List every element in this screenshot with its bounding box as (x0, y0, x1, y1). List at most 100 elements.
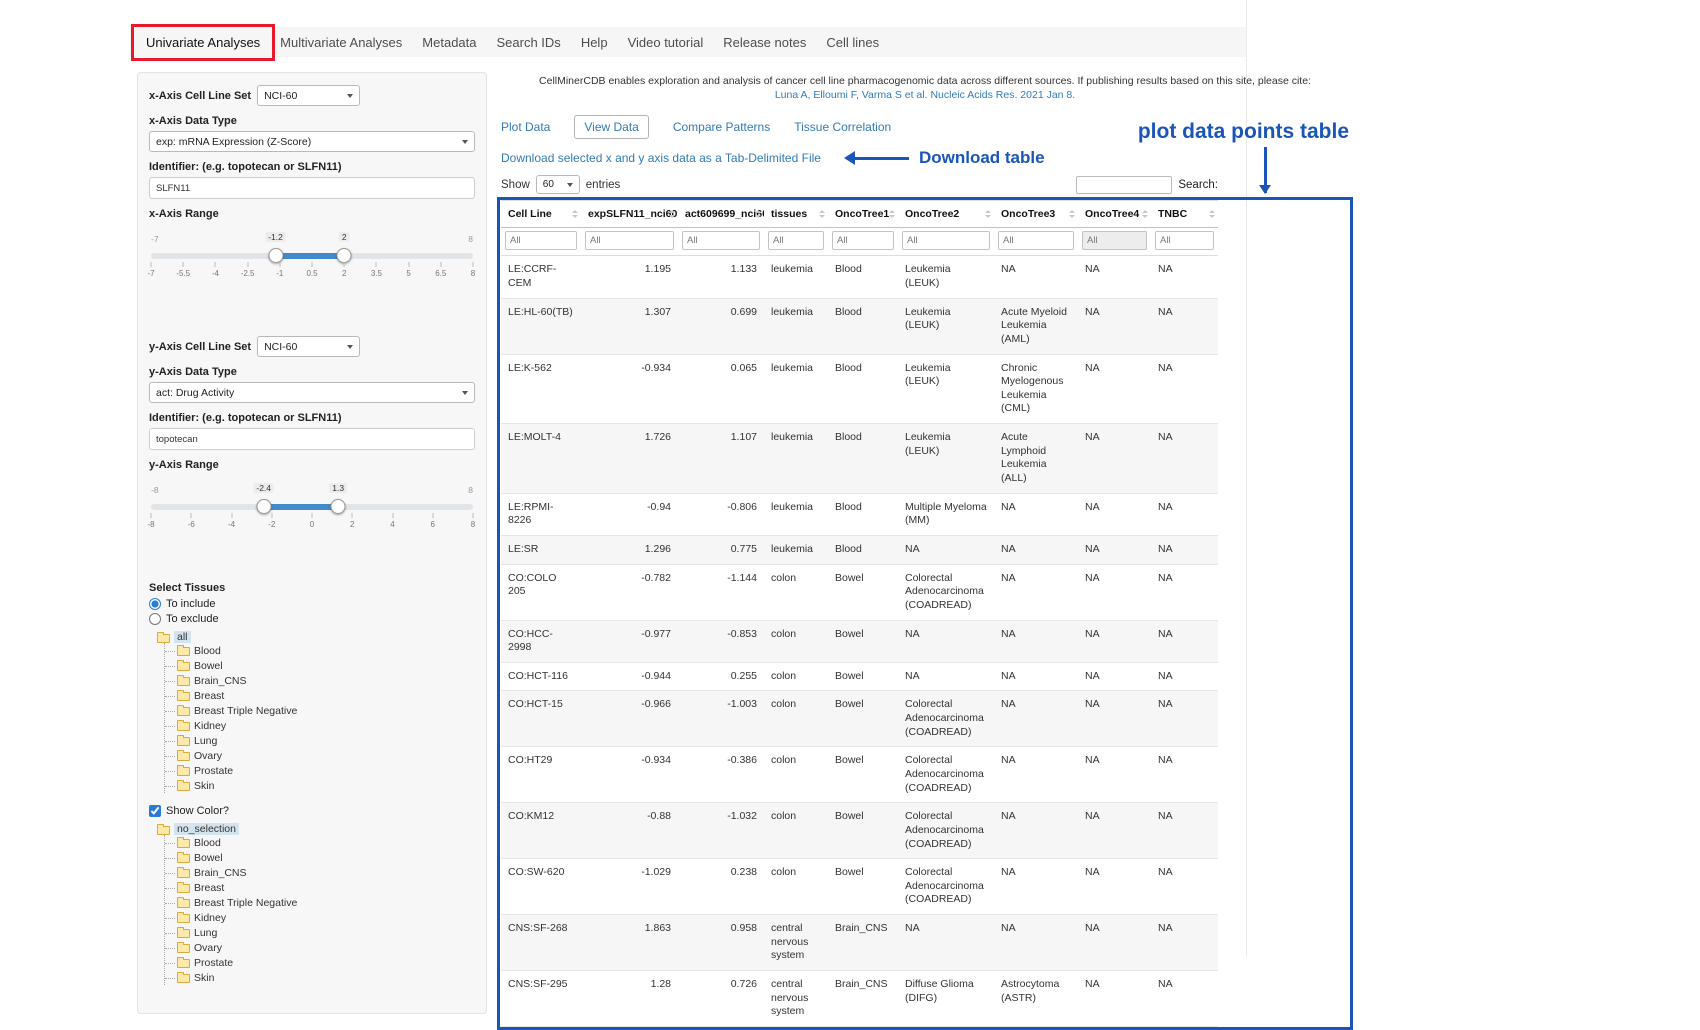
tree-item-kidney[interactable]: Kidney (165, 910, 475, 925)
filter-input-cell-line[interactable] (505, 231, 577, 250)
tree-item-blood[interactable]: Blood (165, 643, 475, 658)
slider-selected-range[interactable] (264, 504, 338, 510)
table-row[interactable]: CO:SW-620-1.0290.238colonBowelColorectal… (501, 859, 1218, 915)
radio-exclude[interactable] (149, 613, 161, 625)
table-row[interactable]: CO:KM12-0.88-1.032colonBowelColorectal A… (501, 803, 1218, 859)
tree-item-prostate[interactable]: Prostate (165, 955, 475, 970)
slider-selected-range[interactable] (276, 253, 345, 259)
table-row[interactable]: LE:CCRF-CEM1.1951.133leukemiaBloodLeukem… (501, 256, 1218, 298)
filter-input-tissues[interactable] (768, 231, 824, 250)
table-row[interactable]: CO:HCT-15-0.966-1.003colonBowelColorecta… (501, 691, 1218, 747)
filter-input-tnbc[interactable] (1155, 231, 1214, 250)
tissue-exclude-option[interactable]: To exclude (149, 613, 475, 625)
sort-icon[interactable] (1142, 210, 1148, 218)
column-header-tissues[interactable]: tissues (764, 201, 828, 228)
tab-tissue-correlation[interactable]: Tissue Correlation (794, 120, 891, 134)
filter-input-oncotree4[interactable] (1082, 231, 1147, 250)
slider-tick-label: -2 (268, 520, 275, 529)
table-row[interactable]: LE:K-562-0.9340.065leukemiaBloodLeukemia… (501, 354, 1218, 424)
x-axis-data-type-select[interactable]: exp: mRNA Expression (Z-Score) (149, 131, 475, 152)
filter-input-expslfn11-nci60[interactable] (585, 231, 674, 250)
sort-icon[interactable] (755, 210, 761, 218)
download-row: Download selected x and y axis data as a… (501, 148, 1349, 168)
nav-item-multivariate-analyses[interactable]: Multivariate Analyses (270, 29, 412, 56)
tab-compare-patterns[interactable]: Compare Patterns (673, 120, 770, 134)
sort-icon[interactable] (1209, 210, 1215, 218)
sort-icon[interactable] (889, 210, 895, 218)
column-header-oncotree1[interactable]: OncoTree1 (828, 201, 898, 228)
tree-item-bowel[interactable]: Bowel (165, 658, 475, 673)
table-row[interactable]: LE:SR1.2960.775leukemiaBloodNANANANA (501, 535, 1218, 564)
show-color-option[interactable]: Show Color? (149, 805, 475, 817)
tree-item-brain-cns[interactable]: Brain_CNS (165, 865, 475, 880)
column-header-oncotree4[interactable]: OncoTree4 (1078, 201, 1151, 228)
column-header-oncotree2[interactable]: OncoTree2 (898, 201, 994, 228)
tree-item-bowel[interactable]: Bowel (165, 850, 475, 865)
table-row[interactable]: LE:RPMI-8226-0.94-0.806leukemiaBloodMult… (501, 493, 1218, 535)
tree-item-lung[interactable]: Lung (165, 733, 475, 748)
x-axis-cell-line-set-select[interactable]: NCI-60 (257, 85, 360, 106)
table-row[interactable]: CO:COLO 205-0.782-1.144colonBowelColorec… (501, 564, 1218, 620)
tree-item-breast[interactable]: Breast (165, 880, 475, 895)
tissue-include-option[interactable]: To include (149, 598, 475, 610)
y-axis-data-type-select[interactable]: act: Drug Activity (149, 382, 475, 403)
tab-plot-data[interactable]: Plot Data (501, 120, 550, 134)
filter-input-act609699-nci60[interactable] (682, 231, 760, 250)
table-row[interactable]: CO:HCT-116-0.9440.255colonBowelNANANANA (501, 662, 1218, 691)
checkbox-show-color[interactable] (149, 805, 161, 817)
table-row[interactable]: LE:MOLT-41.7261.107leukemiaBloodLeukemia… (501, 424, 1218, 494)
column-header-oncotree3[interactable]: OncoTree3 (994, 201, 1078, 228)
filter-input-oncotree1[interactable] (832, 231, 894, 250)
column-header-act609699-nci60[interactable]: act609699_nci60 (678, 201, 764, 228)
entries-count-select[interactable]: 60 (536, 175, 580, 194)
tree-item-kidney[interactable]: Kidney (165, 718, 475, 733)
y-axis-range-slider[interactable]: -8 8 -2.4 1.3 -8-6-4-202468 (151, 485, 473, 533)
nav-item-univariate-analyses[interactable]: Univariate Analyses (136, 29, 270, 56)
radio-include[interactable] (149, 598, 161, 610)
tree-item-brain-cns[interactable]: Brain_CNS (165, 673, 475, 688)
column-header-cell-line[interactable]: Cell Line (501, 201, 581, 228)
sort-icon[interactable] (819, 210, 825, 218)
y-axis-cell-line-set-select[interactable]: NCI-60 (257, 336, 360, 357)
tree-item-breast-triple-negative[interactable]: Breast Triple Negative (165, 895, 475, 910)
download-tab-delimited-link[interactable]: Download selected x and y axis data as a… (501, 151, 821, 165)
y-axis-identifier-input[interactable] (149, 428, 475, 450)
tree-item-blood[interactable]: Blood (165, 835, 475, 850)
tissue-include-tree: all BloodBowelBrain_CNSBreastBreast Trip… (157, 631, 475, 793)
tree-root-all[interactable]: all (157, 631, 475, 643)
table-row[interactable]: LE:HL-60(TB)1.3070.699leukemiaBloodLeuke… (501, 298, 1218, 354)
chevron-down-icon (462, 140, 468, 144)
table-row[interactable]: CO:HT29-0.934-0.386colonBowelColorectal … (501, 747, 1218, 803)
tree-item-ovary[interactable]: Ovary (165, 940, 475, 955)
column-header-expslfn11-nci60[interactable]: expSLFN11_nci60 (581, 201, 678, 228)
nav-item-metadata[interactable]: Metadata (412, 29, 486, 56)
search-input[interactable] (1076, 176, 1172, 194)
tree-item-lung[interactable]: Lung (165, 925, 475, 940)
nav-item-help[interactable]: Help (571, 29, 618, 56)
filter-input-oncotree3[interactable] (998, 231, 1074, 250)
tree-item-breast-triple-negative[interactable]: Breast Triple Negative (165, 703, 475, 718)
tree-item-ovary[interactable]: Ovary (165, 748, 475, 763)
nav-item-release-notes[interactable]: Release notes (713, 29, 816, 56)
tab-view-data[interactable]: View Data (574, 115, 648, 139)
tree-root-no-selection[interactable]: no_selection (157, 823, 475, 835)
nav-item-cell-lines[interactable]: Cell lines (816, 29, 889, 56)
x-axis-range-slider[interactable]: -7 8 -1.2 2 -7-5.5-4-2.5-10.523.556.58 (151, 234, 473, 282)
column-header-tnbc[interactable]: TNBC (1151, 201, 1218, 228)
table-row[interactable]: CNS:SF-2951.280.726central nervous syste… (501, 971, 1218, 1027)
filter-input-oncotree2[interactable] (902, 231, 990, 250)
sort-icon[interactable] (985, 210, 991, 218)
sort-icon[interactable] (1069, 210, 1075, 218)
x-axis-identifier-input[interactable] (149, 177, 475, 199)
table-row[interactable]: CO:HCC-2998-0.977-0.853colonBowelNANANAN… (501, 620, 1218, 662)
sort-icon[interactable] (572, 210, 578, 218)
nav-item-video-tutorial[interactable]: Video tutorial (618, 29, 714, 56)
nav-item-search-ids[interactable]: Search IDs (487, 29, 571, 56)
tree-item-skin[interactable]: Skin (165, 970, 475, 985)
table-row[interactable]: CNS:SF-2681.8630.958central nervous syst… (501, 915, 1218, 971)
sort-icon[interactable] (669, 210, 675, 218)
tree-item-prostate[interactable]: Prostate (165, 763, 475, 778)
tree-item-breast[interactable]: Breast (165, 688, 475, 703)
citation-reference-link[interactable]: Luna A, Elloumi F, Varma S et al. Nuclei… (501, 88, 1349, 102)
tree-item-skin[interactable]: Skin (165, 778, 475, 793)
